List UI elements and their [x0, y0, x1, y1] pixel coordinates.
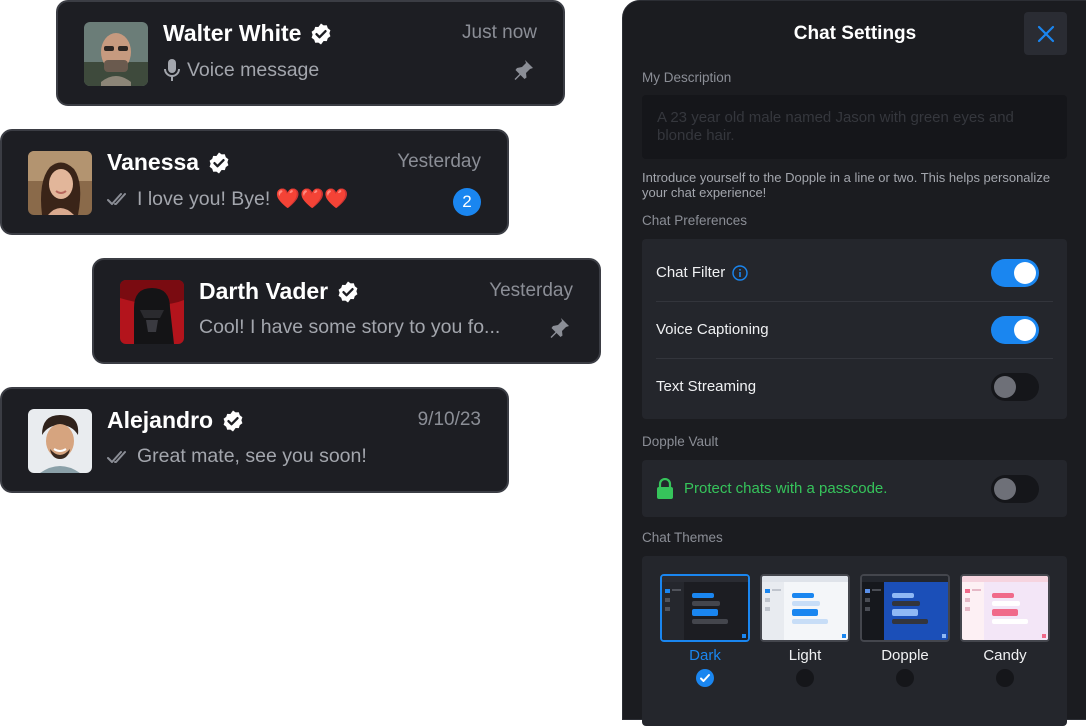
timestamp: 9/10/23	[417, 409, 481, 430]
theme-name: Candy	[983, 647, 1027, 664]
theme-radio[interactable]	[796, 669, 814, 687]
panel-title: Chat Settings	[793, 23, 917, 44]
last-message: Great mate, see you soon!	[107, 445, 367, 468]
vault-toggle[interactable]	[991, 474, 1039, 503]
contact-name: Darth Vader	[199, 278, 360, 305]
unread-count-badge: 2	[453, 188, 481, 216]
theme-option-light[interactable]: Light	[760, 574, 850, 687]
avatar	[84, 22, 148, 86]
contact-name: Alejandro	[107, 407, 245, 434]
theme-thumbnail	[660, 574, 750, 642]
vault-label: Dopple Vault	[642, 434, 719, 449]
verified-icon	[338, 281, 358, 302]
close-button[interactable]	[1024, 12, 1067, 55]
pref-label: Chat Filter	[656, 264, 726, 281]
last-message: I love you! Bye! ❤️❤️❤️	[107, 187, 349, 211]
vault-text: Protect chats with a passcode.	[684, 480, 888, 497]
theme-radio[interactable]	[996, 669, 1014, 687]
chat-card-alejandro[interactable]: Alejandro 9/10/23 Great mate, see you so…	[0, 387, 509, 493]
theme-name: Dopple	[881, 647, 929, 664]
vault-group: Protect chats with a passcode.	[642, 460, 1067, 517]
timestamp: Yesterday	[397, 151, 481, 172]
verified-icon	[312, 23, 331, 44]
verified-icon	[209, 152, 229, 173]
description-label: My Description	[642, 70, 732, 85]
pref-row-voice-captioning: Voice Captioning	[656, 301, 1053, 358]
chat-card-walter-white[interactable]: Walter White Just now Voice message	[56, 0, 565, 106]
timestamp: Just now	[462, 22, 537, 43]
last-message: Voice message	[163, 58, 319, 82]
theme-name: Light	[788, 647, 822, 664]
pref-row-chat-filter: Chat Filter	[656, 244, 1053, 301]
theme-thumbnail	[860, 574, 950, 642]
preferences-group: Chat Filter Voice Captioning Text Stream…	[642, 239, 1067, 419]
theme-option-dopple[interactable]: Dopple	[860, 574, 950, 687]
avatar	[28, 409, 92, 473]
theme-radio[interactable]	[896, 669, 914, 687]
pref-label: Voice Captioning	[656, 321, 769, 338]
theme-thumbnail	[960, 574, 1050, 642]
chat-filter-toggle[interactable]	[991, 258, 1039, 287]
last-message: Cool! I have some story to you fo...	[199, 316, 501, 338]
voice-captioning-toggle[interactable]	[991, 315, 1039, 344]
vault-row: Protect chats with a passcode.	[656, 460, 1053, 517]
avatar	[28, 151, 92, 215]
contact-name: Walter White	[163, 20, 333, 47]
description-helper: Introduce yourself to the Dopple in a li…	[642, 170, 1051, 200]
timestamp: Yesterday	[489, 280, 573, 301]
avatar	[120, 280, 184, 344]
info-icon[interactable]	[732, 264, 748, 281]
chat-card-darth-vader[interactable]: Darth Vader Yesterday Cool! I have some …	[92, 258, 601, 364]
theme-radio[interactable]	[696, 669, 714, 687]
contact-name: Vanessa	[107, 149, 231, 176]
pin-icon[interactable]	[511, 58, 535, 82]
chat-settings-panel: Chat Settings My Description A 23 year o…	[622, 0, 1086, 726]
double-check-icon	[107, 450, 126, 463]
pref-row-text-streaming: Text Streaming	[656, 358, 1053, 415]
theme-option-candy[interactable]: Candy	[960, 574, 1050, 687]
double-check-icon	[107, 193, 126, 205]
theme-name: Dark	[689, 647, 721, 664]
theme-option-dark[interactable]: Dark	[660, 574, 750, 687]
themes-label: Chat Themes	[642, 530, 723, 545]
preferences-label: Chat Preferences	[642, 213, 748, 228]
theme-thumbnail	[760, 574, 850, 642]
lock-icon	[657, 477, 673, 499]
close-icon	[1037, 25, 1054, 42]
text-streaming-toggle[interactable]	[991, 372, 1039, 401]
pref-label: Text Streaming	[656, 378, 757, 395]
pin-icon[interactable]	[547, 316, 571, 340]
verified-icon	[223, 410, 243, 431]
chat-card-vanessa[interactable]: Vanessa Yesterday I love you! Bye! ❤️❤️❤…	[0, 129, 509, 235]
microphone-icon	[164, 59, 180, 81]
check-icon	[700, 674, 710, 682]
description-input[interactable]: A 23 year old male named Jason with gree…	[642, 95, 1067, 159]
themes-group: Dark Light Dopple Candy	[642, 556, 1067, 726]
